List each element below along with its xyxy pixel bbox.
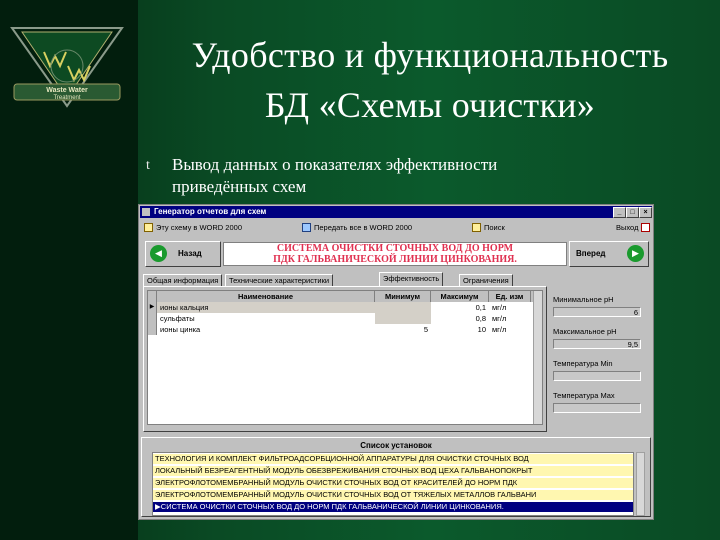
minimize-button[interactable]: _: [613, 207, 626, 218]
bullet-text: Вывод данных о показателях эффективности…: [172, 155, 498, 196]
list-item[interactable]: ЭЛЕКТРОФЛОТОМЕМБРАННЫЙ МОДУЛЬ ОЧИСТКИ СТ…: [153, 490, 633, 500]
word-export-all-button[interactable]: Передать все в WORD 2000: [301, 221, 412, 234]
installations-list[interactable]: ТЕХНОЛОГИЯ И КОМПЛЕКТ ФИЛЬТРОАДСОРБЦИОНН…: [152, 452, 634, 516]
forward-button[interactable]: Вперед ▶: [569, 241, 649, 267]
word-all-icon: [302, 223, 311, 232]
temp-max-label: Температура Max: [553, 391, 615, 400]
navigation-row: ◀ Назад СИСТЕМА ОЧИСТКИ СТОЧНЫХ ВОД ДО Н…: [141, 239, 651, 269]
col-min-header: Минимум: [375, 291, 431, 302]
back-button[interactable]: ◀ Назад: [145, 241, 221, 267]
slide-title-line1: Удобство и функциональность: [191, 35, 669, 75]
row-selected-icon: ▶: [148, 302, 157, 313]
window-titlebar[interactable]: Генератор отчетов для схем _ □ ×: [140, 206, 652, 218]
window-title: Генератор отчетов для схем: [154, 207, 267, 216]
toolbar: Эту схему в WORD 2000 Передать все в WOR…: [141, 220, 651, 236]
logo-text-top: Waste Water: [46, 87, 88, 94]
ph-min-field[interactable]: 6: [553, 307, 641, 317]
temp-min-field[interactable]: [553, 371, 641, 381]
waste-water-logo: Waste Water Treatment: [10, 27, 124, 108]
table-scrollbar[interactable]: [533, 291, 542, 424]
ph-max-field[interactable]: 9,5: [553, 339, 641, 349]
col-max-header: Максимум: [431, 291, 489, 302]
back-arrow-icon: ◀: [150, 245, 167, 262]
maximize-button[interactable]: □: [626, 207, 639, 218]
col-name-header: Наименование: [157, 291, 375, 302]
exit-button[interactable]: Выход: [603, 221, 651, 234]
logo-text-bottom: Treatment: [53, 95, 80, 101]
list-item[interactable]: ТЕХНОЛОГИЯ И КОМПЛЕКТ ФИЛЬТРОАДСОРБЦИОНН…: [153, 454, 633, 464]
word-icon: [144, 223, 153, 232]
ph-max-label: Максимальное pH: [553, 327, 617, 336]
report-generator-window: Генератор отчетов для схем _ □ × Эту схе…: [138, 204, 654, 520]
list-item-selected[interactable]: ▶СИСТЕМА ОЧИСТКИ СТОЧНЫХ ВОД ДО НОРМ ПДК…: [153, 502, 633, 512]
forward-arrow-icon: ▶: [627, 245, 644, 262]
table-row[interactable]: сульфаты 0,8 мг/л: [148, 313, 538, 324]
col-unit-header: Ед. изм: [489, 291, 531, 302]
temp-min-label: Температура Min: [553, 359, 613, 368]
efficiency-table[interactable]: Наименование Минимум Максимум Ед. изм ▶ …: [147, 290, 543, 425]
word-export-scheme-button[interactable]: Эту схему в WORD 2000: [143, 221, 242, 234]
temp-max-field[interactable]: [553, 403, 641, 413]
table-header: Наименование Минимум Максимум Ед. изм: [148, 291, 538, 302]
ph-min-label: Минимальное pH: [553, 295, 614, 304]
scheme-title-display: СИСТЕМА ОЧИСТКИ СТОЧНЫХ ВОД ДО НОРМ ПДК …: [223, 242, 567, 266]
slide-title: Удобство и функциональность БД «Схемы оч…: [140, 30, 720, 130]
table-row[interactable]: ▶ ионы кальция 0,1 мг/л: [148, 302, 538, 313]
slide-title-line2: БД «Схемы очистки»: [264, 85, 596, 125]
exit-icon: [641, 223, 651, 232]
table-row[interactable]: ионы цинка 5 10 мг/л: [148, 324, 538, 335]
list-item[interactable]: ЭЛЕКТРОФЛОТОМЕМБРАННЫЙ МОДУЛЬ ОЧИСТКИ СТ…: [153, 478, 633, 488]
close-button[interactable]: ×: [639, 207, 652, 218]
installations-title: Список установок: [360, 441, 432, 450]
efficiency-panel: Наименование Минимум Максимум Ед. изм ▶ …: [143, 286, 547, 432]
bullet-icon: t: [146, 158, 150, 173]
tab-efficiency[interactable]: Эффективность: [379, 272, 444, 287]
installations-scrollbar[interactable]: [636, 452, 645, 516]
app-icon: [142, 208, 150, 216]
list-item[interactable]: ЛОКАЛЬНЫЙ БЕЗРЕАГЕНТНЫЙ МОДУЛЬ ОБЕЗВРЕЖИ…: [153, 466, 633, 476]
installations-section: Список установок ТЕХНОЛОГИЯ И КОМПЛЕКТ Ф…: [141, 437, 651, 517]
search-icon: [472, 223, 481, 232]
search-button[interactable]: Поиск: [471, 221, 505, 234]
